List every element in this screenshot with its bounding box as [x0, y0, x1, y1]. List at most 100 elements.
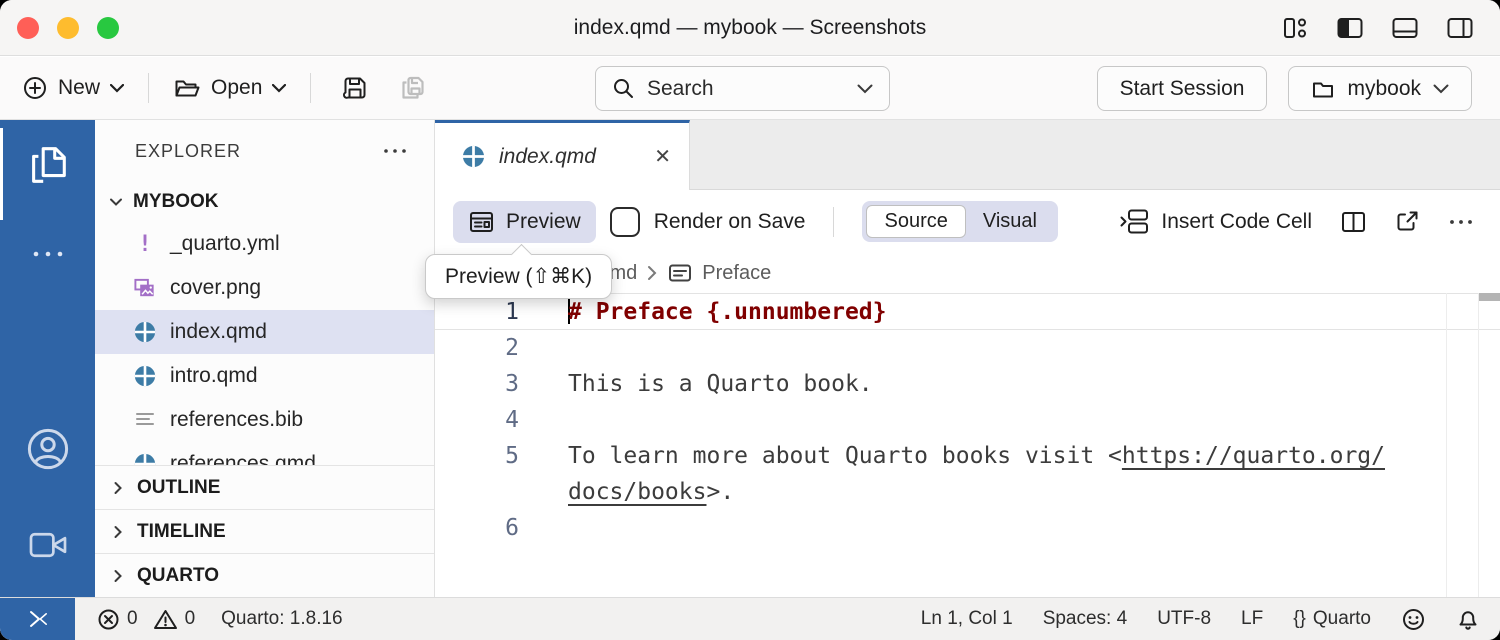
visual-mode-button[interactable]: Visual [966, 206, 1054, 237]
feedback-smiley-icon[interactable] [1401, 607, 1426, 632]
language-mode-status[interactable]: {} Quarto [1293, 608, 1371, 630]
problems-status[interactable]: 0 0 [97, 608, 195, 631]
file-row[interactable]: cover.png [95, 266, 434, 310]
warning-count: 0 [185, 608, 196, 630]
preview-button[interactable]: Preview [453, 201, 596, 243]
workspace-root-label: MYBOOK [133, 191, 219, 213]
quarto-version-status[interactable]: Quarto: 1.8.16 [221, 608, 342, 630]
eol-status[interactable]: LF [1241, 608, 1263, 630]
line-number: 6 [435, 510, 519, 546]
indentation-status[interactable]: Spaces: 4 [1043, 608, 1128, 630]
customize-layout-icon[interactable] [1282, 16, 1309, 40]
more-actions-icon[interactable] [1448, 218, 1474, 226]
sidebar-section-timeline[interactable]: TIMELINE [95, 509, 434, 553]
close-icon[interactable]: ✕ [654, 144, 671, 169]
cursor-position-status[interactable]: Ln 1, Col 1 [921, 608, 1013, 630]
toggle-secondary-sidebar-icon[interactable] [1446, 16, 1474, 40]
tab-strip: index.qmd ✕ [435, 120, 1500, 190]
folder-open-icon [173, 76, 201, 100]
editor-group: index.qmd ✕ Preview Render on Save Sourc… [435, 120, 1500, 597]
file-row[interactable]: index.qmd [95, 310, 434, 354]
tab-index-qmd[interactable]: index.qmd ✕ [435, 120, 690, 190]
toggle-primary-sidebar-icon[interactable] [1336, 16, 1364, 40]
toggle-panel-icon[interactable] [1391, 16, 1419, 40]
file-row[interactable]: ! _quarto.yml [95, 222, 434, 266]
preview-tooltip: Preview (⇧⌘K) [425, 254, 612, 299]
encoding-status[interactable]: UTF-8 [1157, 608, 1211, 630]
explorer-more-icon[interactable] [382, 147, 408, 155]
tab-label: index.qmd [499, 145, 596, 169]
line-number: 2 [435, 330, 519, 366]
line-content: # Preface {.unnumbered} [519, 294, 887, 329]
notifications-bell-icon[interactable] [1456, 606, 1480, 632]
split-editor-icon[interactable] [1340, 209, 1367, 235]
insert-code-cell-label: Insert Code Cell [1161, 210, 1312, 234]
symbol-icon [667, 261, 693, 285]
file-row[interactable]: references.qmd [95, 442, 434, 465]
line-content: docs/books>. [519, 474, 734, 510]
open-in-new-window-icon[interactable] [1394, 209, 1421, 235]
workspace-root-item[interactable]: MYBOOK [95, 182, 434, 222]
sidebar-section-quarto[interactable]: QUARTO [95, 553, 434, 597]
code-line[interactable]: 2 [435, 330, 1500, 366]
workspace-switcher-button[interactable]: mybook [1288, 66, 1472, 111]
open-button-label: Open [211, 76, 262, 100]
chevron-down-icon [1433, 84, 1449, 94]
insert-code-cell-button[interactable]: Insert Code Cell [1119, 208, 1312, 235]
file-name: cover.png [170, 276, 261, 300]
line-number: 4 [435, 402, 519, 438]
save-icon[interactable] [341, 74, 369, 102]
sidebar-title: EXPLORER [135, 141, 241, 162]
explorer-icon[interactable] [0, 142, 95, 188]
line-content [519, 510, 568, 546]
file-row[interactable]: references.bib [95, 398, 434, 442]
line-number [435, 474, 519, 510]
code-line[interactable]: 3This is a Quarto book. [435, 366, 1500, 402]
top-toolbar: New Open Search [0, 57, 1500, 120]
more-icon[interactable] [0, 248, 95, 260]
code-editor[interactable]: 1# Preface {.unnumbered}23This is a Quar… [435, 293, 1500, 597]
new-button-label: New [58, 76, 100, 100]
start-session-button[interactable]: Start Session [1097, 66, 1268, 111]
file-row[interactable]: intro.qmd [95, 354, 434, 398]
editor-scrollbar[interactable] [1478, 293, 1500, 597]
preview-button-label: Preview [506, 210, 581, 234]
warning-icon [153, 608, 178, 631]
yaml-icon: ! [133, 232, 157, 257]
insert-code-cell-icon [1119, 208, 1149, 235]
search-input[interactable]: Search [595, 66, 890, 111]
scrollbar-cursor-marker [1479, 293, 1500, 301]
chevron-down-icon [110, 84, 124, 93]
window-title: index.qmd — mybook — Screenshots [0, 16, 1500, 40]
render-on-save-checkbox[interactable] [610, 207, 640, 237]
chevron-down-icon [272, 84, 286, 93]
code-line[interactable]: docs/books>. [435, 474, 1500, 510]
editor-ruler [1446, 293, 1447, 597]
workspace-label: mybook [1347, 77, 1421, 101]
code-lines: 1# Preface {.unnumbered}23This is a Quar… [435, 293, 1500, 546]
chevron-down-icon [857, 84, 873, 94]
source-visual-toggle: Source Visual [862, 201, 1058, 242]
image-icon [133, 277, 157, 300]
breadcrumb-symbol[interactable]: Preface [702, 262, 771, 285]
save-all-icon[interactable] [397, 74, 427, 102]
code-line[interactable]: 6 [435, 510, 1500, 546]
search-icon [612, 77, 635, 100]
quarto-icon [461, 144, 486, 169]
camera-icon[interactable] [0, 528, 95, 562]
sidebar-section-outline[interactable]: OUTLINE [95, 465, 434, 509]
error-count: 0 [127, 608, 138, 630]
quarto-icon [133, 320, 157, 344]
line-number: 3 [435, 366, 519, 402]
code-line[interactable]: 5To learn more about Quarto books visit … [435, 438, 1500, 474]
line-content: This is a Quarto book. [519, 366, 873, 402]
new-button[interactable]: New [22, 75, 124, 101]
code-line[interactable]: 4 [435, 402, 1500, 438]
section-label: TIMELINE [137, 521, 226, 543]
remote-indicator[interactable] [0, 598, 75, 640]
source-mode-button[interactable]: Source [866, 205, 965, 238]
file-name: index.qmd [170, 320, 267, 344]
editor-toolbar: Preview Render on Save Source Visual Ins… [435, 190, 1500, 253]
account-icon[interactable] [0, 425, 95, 473]
open-button[interactable]: Open [173, 76, 286, 100]
